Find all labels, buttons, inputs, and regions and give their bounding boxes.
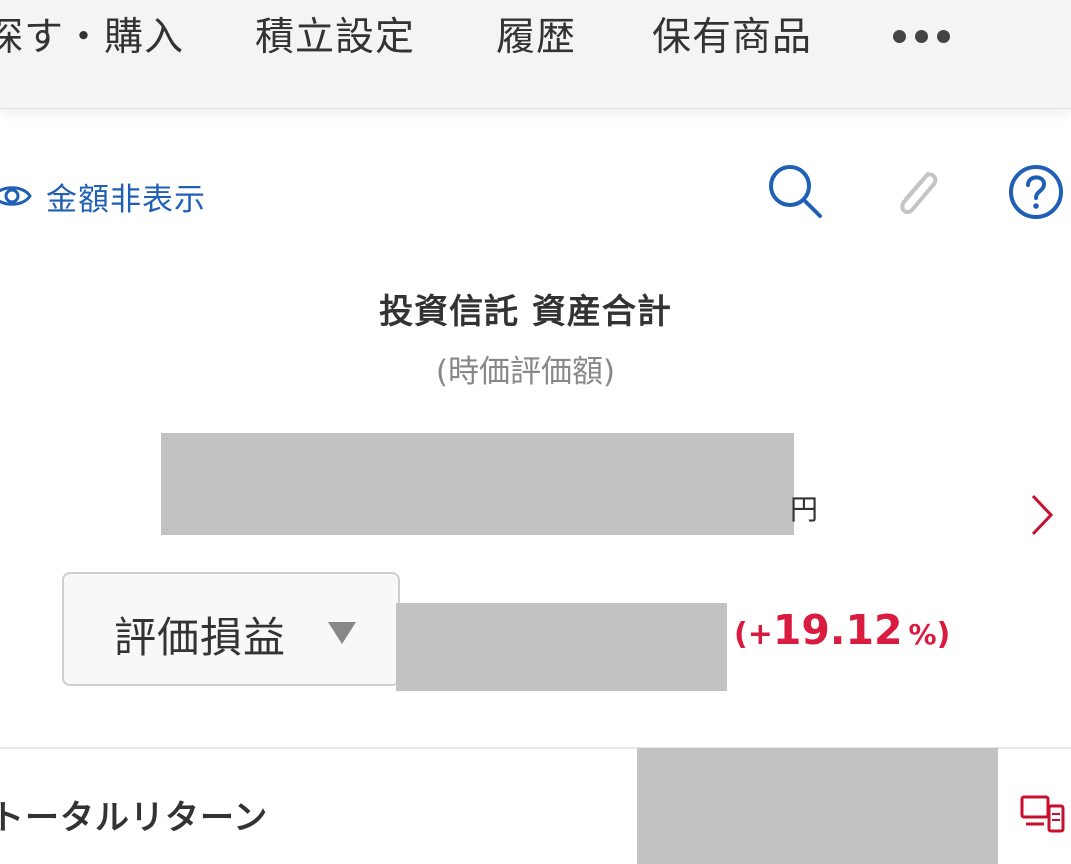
percent-open: (+	[734, 617, 773, 652]
more-dots-icon[interactable]	[893, 30, 963, 46]
eye-icon	[0, 186, 32, 206]
evaluation-amount-masked	[396, 603, 727, 691]
evaluation-type-select[interactable]: 評価損益	[62, 572, 400, 686]
tab-search-purchase[interactable]: 探す・購入	[0, 14, 184, 62]
help-icon[interactable]	[1002, 160, 1066, 224]
percent-close: )	[936, 617, 951, 652]
total-amount-masked	[161, 433, 794, 535]
hide-amount-label: 金額非表示	[46, 181, 206, 218]
dot	[915, 30, 928, 43]
page: 探す・購入 積立設定 履歴 保有商品 金額非表示 投資信託 資産合計 (時価評価…	[0, 0, 1071, 864]
total-return-amount-masked	[637, 748, 998, 864]
device-icon[interactable]	[1020, 794, 1066, 834]
paperclip-icon[interactable]	[884, 160, 948, 224]
top-navigation: 探す・購入 積立設定 履歴 保有商品	[0, 0, 1071, 109]
evaluation-percent: (+19.12%)	[734, 606, 950, 654]
tab-history[interactable]: 履歴	[496, 14, 576, 62]
total-return-label: トータルリターン	[0, 798, 269, 838]
dot	[937, 30, 950, 43]
chevron-right-icon[interactable]	[1027, 492, 1057, 538]
triangle-down-icon	[328, 622, 356, 644]
summary-subtitle: (時価評価額)	[435, 354, 616, 390]
hide-amount-toggle[interactable]: 金額非表示	[0, 172, 206, 220]
summary-title: 投資信託 資産合計	[379, 292, 672, 332]
currency-unit: 円	[790, 493, 819, 526]
evaluation-select-label: 評価損益	[114, 613, 287, 662]
search-icon[interactable]	[764, 160, 828, 224]
percent-value: 19.12	[772, 606, 903, 654]
tab-holdings[interactable]: 保有商品	[652, 14, 812, 62]
dot	[893, 30, 906, 43]
tab-recurring-settings[interactable]: 積立設定	[255, 14, 415, 62]
percent-unit: %	[908, 618, 937, 651]
